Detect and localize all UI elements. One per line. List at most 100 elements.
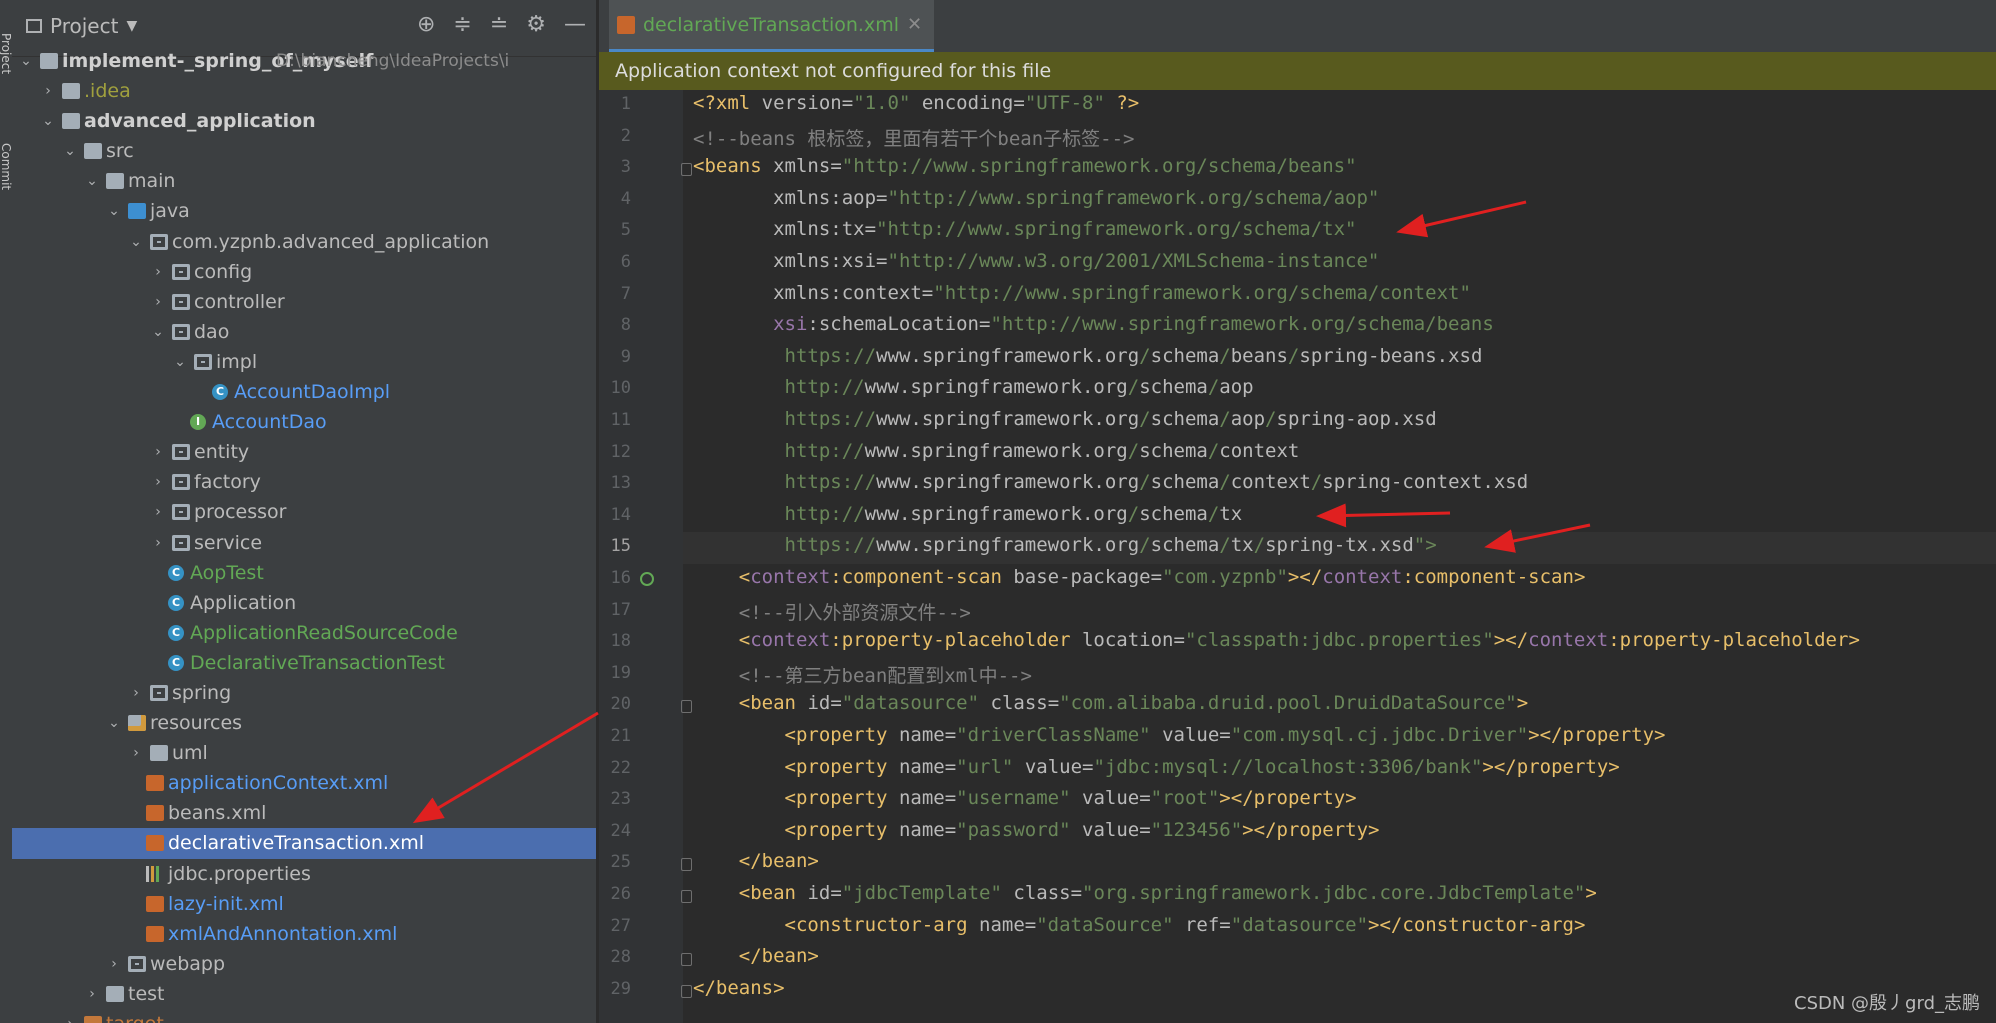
chevron-right-icon[interactable]: › [150, 497, 166, 527]
tree-item-factory[interactable]: › factory [12, 467, 596, 497]
tree-item-declarativetransaction-xml[interactable]: declarativeTransaction.xml [12, 828, 596, 859]
chevron-down-icon[interactable]: ⌄ [62, 136, 78, 166]
chevron-down-icon[interactable]: ⌄ [150, 317, 166, 347]
chevron-right-icon[interactable]: › [62, 1009, 78, 1023]
collapse-all-icon[interactable]: ≐ [490, 12, 508, 37]
tree-item-lazy-init-xml[interactable]: lazy-init.xml [12, 889, 596, 919]
code-line[interactable]: <property name="driverClassName" value="… [693, 724, 1666, 746]
chevron-down-icon[interactable]: ⌄ [40, 106, 56, 136]
tree-item-config[interactable]: › config [12, 257, 596, 287]
chevron-down-icon[interactable]: ⌄ [106, 196, 122, 226]
tree-item-idea[interactable]: › .idea [12, 76, 596, 106]
chevron-right-icon[interactable]: › [150, 287, 166, 317]
tree-item-package[interactable]: ⌄ com.yzpnb.advanced_application [12, 227, 596, 257]
chevron-right-icon[interactable]: › [84, 979, 100, 1009]
code-line[interactable]: <property name="url" value="jdbc:mysql:/… [693, 756, 1620, 778]
code-line[interactable]: xmlns:aop="http://www.springframework.or… [693, 187, 1379, 209]
tree-item-dao[interactable]: ⌄ dao [12, 317, 596, 347]
code-line[interactable]: xmlns:xsi="http://www.w3.org/2001/XMLSch… [693, 250, 1379, 272]
chevron-right-icon[interactable]: › [150, 437, 166, 467]
tree-item-resources[interactable]: ⌄ resources [12, 708, 596, 738]
tree-item-service[interactable]: › service [12, 528, 596, 558]
chevron-right-icon[interactable]: › [128, 678, 144, 708]
tree-item-aoptest[interactable]: C AopTest [12, 558, 596, 588]
code-line[interactable]: <bean id="jdbcTemplate" class="org.sprin… [693, 882, 1597, 904]
code-line[interactable]: <property name="username" value="root"><… [693, 787, 1357, 809]
chevron-right-icon[interactable]: › [40, 76, 56, 106]
code-line[interactable]: <?xml version="1.0" encoding="UTF-8" ?> [693, 92, 1139, 114]
chevron-right-icon[interactable]: › [128, 738, 144, 768]
tree-item-beans-xml[interactable]: beans.xml [12, 798, 596, 828]
tree-item-uml[interactable]: › uml [12, 738, 596, 768]
tree-item-java[interactable]: ⌄ java [12, 196, 596, 226]
code-line[interactable]: <context:property-placeholder location="… [693, 629, 1860, 651]
chevron-down-icon[interactable]: ⌄ [172, 347, 188, 377]
resources-folder-icon [128, 715, 146, 732]
code-line[interactable]: <context:component-scan base-package="co… [693, 566, 1586, 588]
tree-item-applicationcontext-xml[interactable]: applicationContext.xml [12, 768, 596, 798]
tree-item-application[interactable]: C Application [12, 588, 596, 618]
code-line[interactable]: <bean id="datasource" class="com.alibaba… [693, 692, 1528, 714]
code-line[interactable]: xmlns:context="http://www.springframewor… [693, 282, 1471, 304]
tree-item-accountdaoimpl[interactable]: C AccountDaoImpl [12, 377, 596, 407]
fold-marker-icon[interactable] [681, 953, 692, 967]
tree-label: beans.xml [168, 802, 267, 825]
chevron-down-icon[interactable]: ⌄ [106, 708, 122, 738]
tree-item-target[interactable]: › target [12, 1009, 596, 1023]
tree-item-jdbc-properties[interactable]: jdbc.properties [12, 859, 596, 889]
code-line[interactable]: <beans xmlns="http://www.springframework… [693, 155, 1357, 177]
fold-marker-icon[interactable] [681, 984, 692, 998]
tree-item-declarativetransactiontest[interactable]: C DeclarativeTransactionTest [12, 648, 596, 678]
code-line[interactable]: <!--引入外部资源文件--> [693, 598, 971, 625]
fold-marker-icon[interactable] [681, 700, 692, 714]
tab-declarativetransaction-xml[interactable]: declarativeTransaction.xml ✕ [609, 0, 935, 52]
code-line[interactable]: </beans> [693, 977, 785, 999]
tree-item-root[interactable]: ⌄ implement-_spring_of_myself D:\bianche… [12, 46, 596, 76]
chevron-right-icon[interactable]: › [150, 467, 166, 497]
fold-marker-icon[interactable] [681, 890, 692, 903]
chevron-down-icon[interactable]: ⌄ [84, 166, 100, 196]
code-line[interactable]: <property name="password" value="123456"… [693, 819, 1380, 841]
code-line[interactable]: https://www.springframework.org/schema/a… [693, 408, 1437, 430]
code-line[interactable]: https://www.springframework.org/schema/b… [693, 345, 1483, 367]
code-line[interactable]: https://www.springframework.org/schema/c… [693, 471, 1529, 493]
fold-marker-icon[interactable] [681, 163, 692, 177]
code-line[interactable]: http://www.springframework.org/schema/co… [693, 440, 1300, 462]
tree-item-entity[interactable]: › entity [12, 437, 596, 467]
spring-bean-gutter-icon[interactable] [640, 572, 654, 586]
tree-item-impl[interactable]: ⌄ impl [12, 347, 596, 377]
chevron-right-icon[interactable]: › [106, 949, 122, 979]
tree-item-webapp[interactable]: › webapp [12, 949, 596, 979]
code-line[interactable]: </bean> [693, 945, 819, 967]
tree-item-main[interactable]: ⌄ main [12, 166, 596, 196]
project-view-selector[interactable]: Project ▼ [26, 14, 137, 38]
code-line[interactable]: <!--beans 根标签，里面有若干个bean子标签--> [693, 124, 1134, 151]
code-line[interactable]: <constructor-arg name="dataSource" ref="… [693, 914, 1586, 936]
chevron-down-icon[interactable]: ⌄ [128, 227, 144, 257]
hide-icon[interactable]: — [564, 12, 586, 37]
code-line[interactable]: http://www.springframework.org/schema/tx [693, 503, 1243, 525]
tree-item-xmlandannontation-xml[interactable]: xmlAndAnnontation.xml [12, 919, 596, 949]
fold-marker-icon[interactable] [681, 858, 692, 872]
code-line[interactable]: xmlns:tx="http://www.springframework.org… [693, 218, 1356, 240]
code-line[interactable]: </bean> [693, 850, 819, 872]
chevron-right-icon[interactable]: › [150, 528, 166, 558]
code-line[interactable]: <!--第三方bean配置到xml中--> [693, 661, 1032, 688]
close-icon[interactable]: ✕ [907, 14, 922, 35]
tree-item-processor[interactable]: › processor [12, 497, 596, 527]
tree-item-applicationreadsourcecode[interactable]: C ApplicationReadSourceCode [12, 618, 596, 648]
code-line[interactable]: xsi:schemaLocation="http://www.springfra… [693, 313, 1494, 335]
tree-item-src[interactable]: ⌄ src [12, 136, 596, 166]
code-line[interactable]: https://www.springframework.org/schema/t… [693, 534, 1437, 556]
tree-item-accountdao[interactable]: I AccountDao [12, 407, 596, 437]
chevron-down-icon[interactable]: ⌄ [18, 46, 34, 76]
tree-item-advanced-application[interactable]: ⌄ advanced_application [12, 106, 596, 136]
chevron-right-icon[interactable]: › [150, 257, 166, 287]
expand-all-icon[interactable]: ≑ [453, 12, 471, 37]
gear-icon[interactable]: ⚙ [526, 12, 546, 37]
tree-item-test[interactable]: › test [12, 979, 596, 1009]
tree-item-controller[interactable]: › controller [12, 287, 596, 317]
locate-icon[interactable]: ⊕ [417, 12, 435, 37]
code-line[interactable]: http://www.springframework.org/schema/ao… [693, 376, 1254, 398]
tree-item-spring[interactable]: › spring [12, 678, 596, 708]
